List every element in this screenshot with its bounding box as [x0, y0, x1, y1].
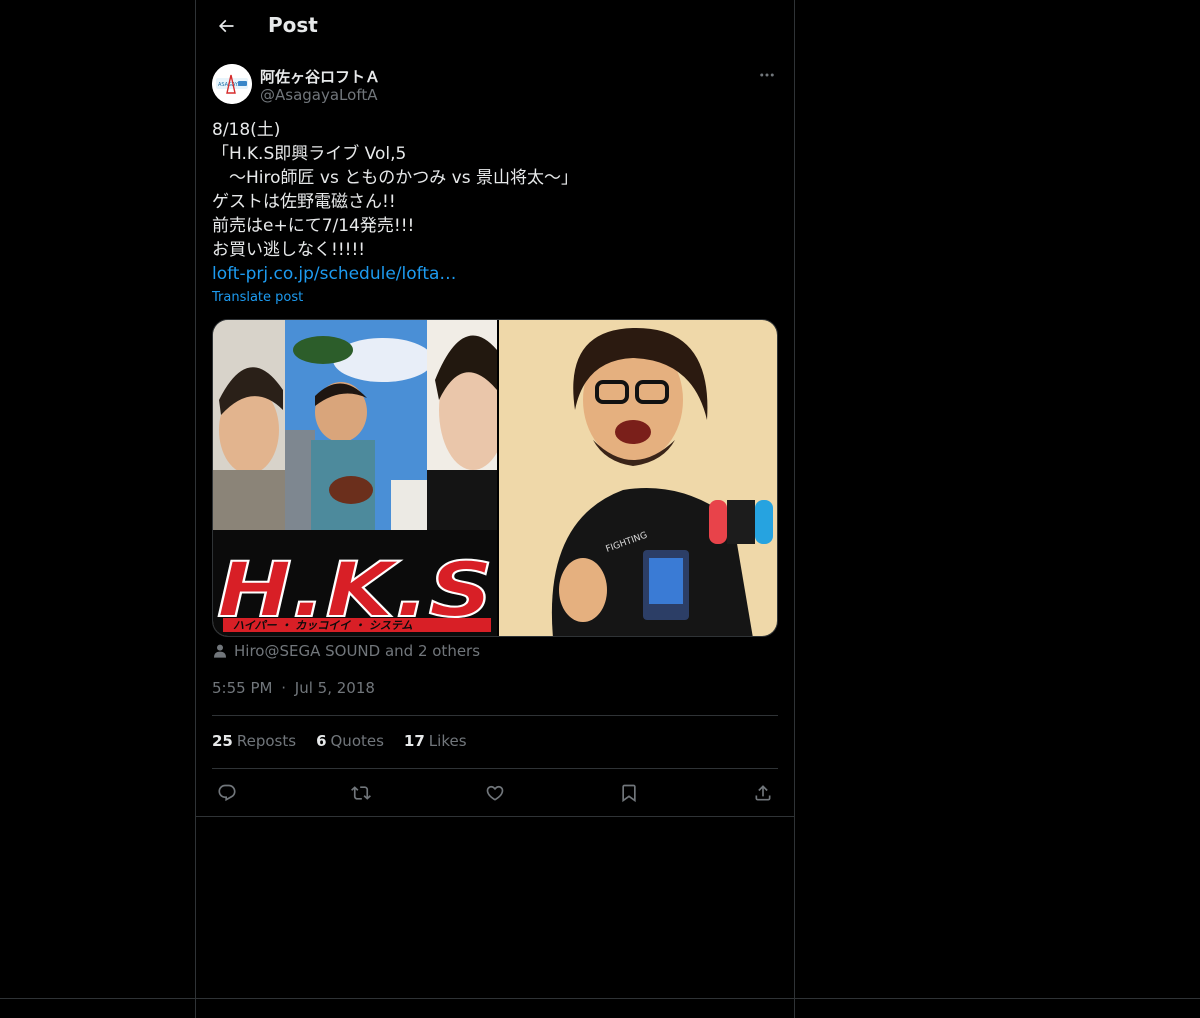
share-icon	[755, 785, 771, 801]
repost-icon	[351, 786, 371, 800]
repost-button[interactable]	[348, 780, 374, 806]
reposts-label: Reposts	[236, 732, 297, 750]
likes-count: 17	[403, 732, 425, 750]
tweet-line: 前売はe+にて7/14発売!!!	[212, 216, 415, 236]
media-image: H.K.S ハイパー ・ カッコイイ ・ システム FIGHTING	[213, 320, 777, 636]
tagged-users-label: Hiro@SEGA SOUND and 2 others	[234, 642, 481, 660]
reply-button[interactable]	[214, 780, 240, 806]
page-title: Post	[268, 13, 318, 37]
like-button[interactable]	[482, 780, 508, 806]
bookmark-icon	[622, 784, 636, 803]
tweet-line: 「H.K.S即興ライブ Vol,5	[212, 144, 407, 164]
main-column: Post ASAGAYA 阿佐ヶ谷ロフトＡ @AsagayaLoftA 8/18…	[195, 0, 795, 1018]
tagged-users[interactable]: Hiro@SEGA SOUND and 2 others	[212, 642, 480, 660]
more-options-button[interactable]	[756, 64, 778, 86]
action-bar	[212, 780, 778, 806]
arrow-left-icon	[218, 19, 234, 33]
author-display-name[interactable]: 阿佐ヶ谷ロフトＡ	[260, 66, 380, 87]
quotes-stat[interactable]: 6 Quotes	[316, 732, 384, 750]
likes-label: Likes	[428, 732, 467, 750]
tweet-line: ～Hiro師匠 vs とものかつみ vs 景山将太～」	[212, 168, 578, 188]
reposts-stat[interactable]: 25 Reposts	[212, 732, 296, 750]
post-time[interactable]: 5:55 PM	[212, 679, 272, 697]
post-header: Post	[196, 0, 794, 54]
quotes-count: 6	[316, 732, 327, 750]
post-timestamp: 5:55 PM · Jul 5, 2018	[212, 679, 375, 697]
reply-icon	[218, 784, 236, 802]
divider	[0, 998, 1200, 999]
divider	[212, 768, 778, 769]
tweet-link[interactable]: loft-prj.co.jp/schedule/lofta…	[212, 262, 778, 286]
avatar[interactable]: ASAGAYA	[212, 64, 252, 104]
engagement-stats: 25 Reposts 6 Quotes 17 Likes	[212, 732, 467, 750]
likes-stat[interactable]: 17 Likes	[404, 732, 467, 750]
back-button[interactable]	[208, 8, 244, 44]
page: Post ASAGAYA 阿佐ヶ谷ロフトＡ @AsagayaLoftA 8/18…	[0, 0, 1200, 1018]
tweet-line: ゲストは佐野電磁さん!!	[212, 192, 396, 212]
reposts-count: 25	[212, 732, 233, 750]
post-date[interactable]: Jul 5, 2018	[295, 679, 375, 697]
quotes-label: Quotes	[330, 732, 384, 750]
more-horizontal-icon	[760, 73, 774, 77]
share-button[interactable]	[750, 780, 776, 806]
tweet-text: 8/18(土) 「H.K.S即興ライブ Vol,5 ～Hiro師匠 vs ともの…	[212, 118, 778, 286]
timestamp-separator: ·	[281, 679, 287, 697]
loft-logo-icon: ASAGAYA	[212, 64, 252, 104]
author-handle[interactable]: @AsagayaLoftA	[260, 86, 377, 104]
tweet-line: 8/18(土)	[212, 120, 281, 140]
tweet-media[interactable]: H.K.S ハイパー ・ カッコイイ ・ システム FIGHTING	[212, 319, 778, 637]
tweet-line: お買い逃しなく!!!!!	[212, 240, 366, 260]
heart-icon	[486, 785, 504, 801]
translate-post-link[interactable]: Translate post	[212, 290, 303, 305]
person-icon	[214, 644, 226, 658]
hks-subtitle-text: ハイパー ・ カッコイイ ・ システム	[233, 619, 413, 632]
divider	[196, 816, 794, 817]
author-row: ASAGAYA 阿佐ヶ谷ロフトＡ @AsagayaLoftA	[212, 64, 778, 106]
bookmark-button[interactable]	[616, 780, 642, 806]
divider	[212, 715, 778, 716]
